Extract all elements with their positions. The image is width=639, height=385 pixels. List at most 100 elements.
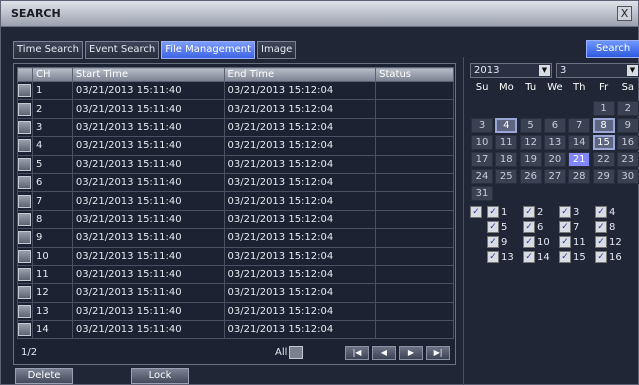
table-row[interactable]: 11 03/21/2013 15:11:40 03/21/2013 15:12:04 bbox=[17, 264, 454, 285]
year-select[interactable]: 2013 ▼ bbox=[470, 63, 552, 78]
table-row[interactable]: 2 03/21/2013 15:11:40 03/21/2013 15:12:04 bbox=[17, 99, 454, 119]
table-row[interactable]: 8 03/21/2013 15:11:40 03/21/2013 15:12:04 bbox=[17, 209, 454, 230]
calendar-day[interactable]: 23 bbox=[616, 152, 639, 167]
calendar-day[interactable]: 9 bbox=[616, 118, 639, 133]
table-row[interactable]: 14 03/21/2013 15:11:40 03/21/2013 15:12:04 bbox=[17, 320, 454, 340]
status-cell bbox=[375, 154, 454, 174]
row-checkbox[interactable] bbox=[18, 286, 31, 300]
channel-checkbox-16[interactable]: ✓ 16 bbox=[595, 251, 622, 266]
table-row[interactable]: 1 03/21/2013 15:11:40 03/21/2013 15:12:04 bbox=[17, 80, 454, 101]
calendar-day[interactable]: 6 bbox=[543, 118, 566, 133]
calendar-day[interactable]: 12 bbox=[519, 135, 542, 150]
channel-checkbox-9[interactable]: ✓ 9 bbox=[487, 236, 507, 251]
table-row[interactable]: 7 03/21/2013 15:11:40 03/21/2013 15:12:04 bbox=[17, 191, 454, 211]
row-select-cell bbox=[17, 264, 33, 285]
row-checkbox[interactable] bbox=[18, 139, 31, 153]
status-column-header: Status bbox=[375, 67, 454, 82]
channel-checkbox-6[interactable]: ✓ 6 bbox=[523, 221, 543, 236]
row-checkbox[interactable] bbox=[18, 304, 31, 318]
channel-checkbox-13[interactable]: ✓ 13 bbox=[487, 251, 514, 266]
calendar-day[interactable]: 19 bbox=[519, 152, 542, 167]
all-channels-checkbox[interactable]: ✓ bbox=[470, 206, 484, 221]
channel-checkbox-8[interactable]: ✓ 8 bbox=[595, 221, 615, 236]
table-row[interactable]: 10 03/21/2013 15:11:40 03/21/2013 15:12:04 bbox=[17, 246, 454, 266]
channel-checkbox-4[interactable]: ✓ 4 bbox=[595, 206, 615, 221]
calendar-day[interactable]: 21 bbox=[568, 152, 591, 167]
row-checkbox[interactable] bbox=[18, 249, 31, 263]
row-checkbox[interactable] bbox=[18, 176, 31, 190]
calendar-day[interactable]: 28 bbox=[568, 169, 591, 184]
calendar-day[interactable]: 31 bbox=[471, 186, 493, 201]
table-row[interactable]: 13 03/21/2013 15:11:40 03/21/2013 15:12:04 bbox=[17, 301, 454, 322]
calendar-day[interactable]: 3 bbox=[471, 118, 493, 133]
calendar-day[interactable]: 11 bbox=[495, 135, 518, 150]
calendar-day[interactable]: 10 bbox=[471, 135, 493, 150]
table-row[interactable]: 4 03/21/2013 15:11:40 03/21/2013 15:12:04 bbox=[17, 136, 454, 156]
calendar-day[interactable]: 17 bbox=[471, 152, 493, 167]
calendar-day[interactable]: 13 bbox=[543, 135, 566, 150]
tab-time-search[interactable]: Time Search bbox=[13, 41, 84, 59]
calendar-day[interactable]: 18 bbox=[495, 152, 518, 167]
search-button[interactable]: Search bbox=[586, 40, 639, 58]
calendar-day[interactable]: 30 bbox=[616, 169, 639, 184]
calendar-day[interactable]: 20 bbox=[543, 152, 566, 167]
tab-event-search[interactable]: Event Search bbox=[85, 41, 160, 59]
row-checkbox[interactable] bbox=[18, 268, 31, 282]
calendar-day[interactable]: 2 bbox=[616, 101, 639, 116]
prev-page-button[interactable]: ◀ bbox=[372, 346, 396, 360]
row-checkbox[interactable] bbox=[18, 120, 31, 134]
calendar-day[interactable]: 29 bbox=[592, 169, 615, 184]
table-row[interactable]: 9 03/21/2013 15:11:40 03/21/2013 15:12:04 bbox=[17, 228, 454, 248]
calendar-day[interactable]: 4 bbox=[495, 118, 518, 133]
calendar-day[interactable]: 1 bbox=[592, 101, 615, 116]
table-row[interactable]: 5 03/21/2013 15:11:40 03/21/2013 15:12:04 bbox=[17, 154, 454, 174]
table-row[interactable]: 12 03/21/2013 15:11:40 03/21/2013 15:12:04 bbox=[17, 283, 454, 303]
calendar-day[interactable]: 27 bbox=[543, 169, 566, 184]
calendar-day[interactable]: 22 bbox=[592, 152, 615, 167]
row-checkbox[interactable] bbox=[18, 194, 31, 208]
row-checkbox[interactable] bbox=[18, 157, 31, 171]
channel-checkbox-5[interactable]: ✓ 5 bbox=[487, 221, 507, 236]
channel-checkbox-1[interactable]: ✓ 1 bbox=[487, 206, 507, 221]
channel-checkbox-3[interactable]: ✓ 3 bbox=[559, 206, 579, 221]
calendar-day[interactable]: 24 bbox=[471, 169, 493, 184]
last-page-button[interactable]: ▶| bbox=[426, 346, 450, 360]
start-time-cell: 03/21/2013 15:11:40 bbox=[71, 99, 225, 119]
month-select[interactable]: 3 ▼ bbox=[556, 63, 639, 78]
next-page-button[interactable]: ▶ bbox=[399, 346, 423, 360]
table-row[interactable]: 6 03/21/2013 15:11:40 03/21/2013 15:12:04 bbox=[17, 172, 454, 193]
tab-bar: Time Search Event Search File Management Im… bbox=[13, 41, 298, 59]
select-all-checkbox[interactable] bbox=[289, 346, 303, 359]
channel-checkbox-15[interactable]: ✓ 15 bbox=[559, 251, 586, 266]
row-checkbox[interactable] bbox=[18, 323, 31, 337]
tab-file-management[interactable]: File Management bbox=[161, 41, 255, 59]
row-checkbox[interactable] bbox=[18, 231, 31, 245]
close-icon[interactable]: X bbox=[617, 6, 632, 21]
first-page-button[interactable]: |◀ bbox=[345, 346, 369, 360]
ch-cell: 1 bbox=[31, 80, 73, 101]
calendar-day[interactable]: 25 bbox=[495, 169, 518, 184]
row-checkbox[interactable] bbox=[18, 102, 31, 116]
status-cell bbox=[375, 209, 454, 230]
row-checkbox[interactable] bbox=[18, 212, 31, 226]
calendar-day[interactable]: 15 bbox=[592, 135, 615, 150]
calendar-day[interactable]: 16 bbox=[616, 135, 639, 150]
calendar-day[interactable]: 26 bbox=[519, 169, 542, 184]
channel-checkbox-12[interactable]: ✓ 12 bbox=[595, 236, 622, 251]
channel-checkbox-2[interactable]: ✓ 2 bbox=[523, 206, 543, 221]
calendar-day[interactable]: 14 bbox=[568, 135, 591, 150]
channel-checkbox-11[interactable]: ✓ 11 bbox=[559, 236, 586, 251]
tab-image[interactable]: Image bbox=[257, 41, 297, 59]
calendar-day[interactable]: 7 bbox=[568, 118, 591, 133]
start-time-cell: 03/21/2013 15:11:40 bbox=[71, 246, 225, 266]
channel-checkbox-14[interactable]: ✓ 14 bbox=[523, 251, 550, 266]
delete-button[interactable]: Delete bbox=[15, 368, 73, 384]
channel-checkbox-7[interactable]: ✓ 7 bbox=[559, 221, 579, 236]
lock-button[interactable]: Lock bbox=[131, 368, 189, 384]
channel-checkbox-10[interactable]: ✓ 10 bbox=[523, 236, 550, 251]
calendar-day[interactable]: 8 bbox=[592, 118, 615, 133]
status-cell bbox=[375, 228, 454, 248]
table-row[interactable]: 3 03/21/2013 15:11:40 03/21/2013 15:12:04 bbox=[17, 117, 454, 138]
calendar-day[interactable]: 5 bbox=[519, 118, 542, 133]
row-checkbox[interactable] bbox=[18, 84, 31, 98]
